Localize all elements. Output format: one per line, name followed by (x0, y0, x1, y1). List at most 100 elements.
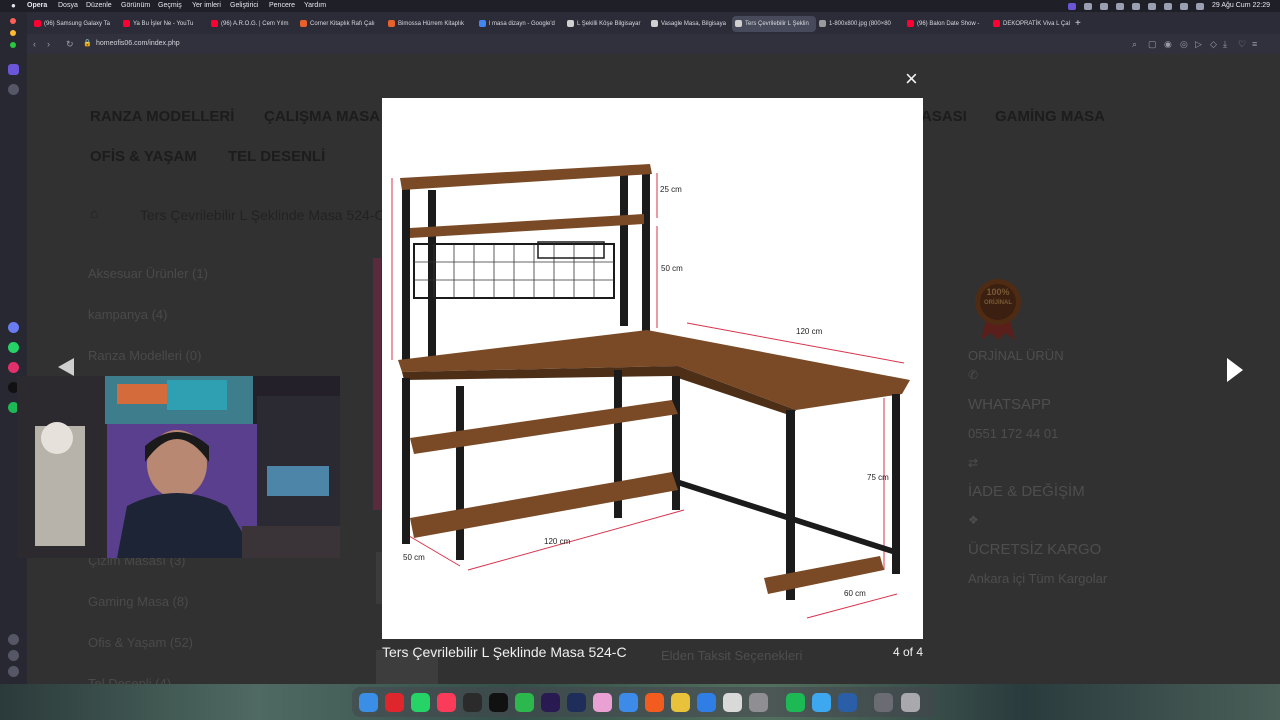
status-icon[interactable] (1100, 2, 1108, 10)
snapshot-icon[interactable]: ◉ (1164, 38, 1172, 50)
home-icon[interactable]: ⌂ (90, 205, 98, 221)
close-icon[interactable]: × (905, 68, 918, 90)
nav-gaming[interactable]: GAMİNG MASA (995, 108, 1105, 125)
category-aksesuar[interactable]: Aksesuar Ürünler (1) (88, 266, 208, 281)
vpn-icon[interactable]: ◎ (1180, 38, 1188, 50)
browser-tab[interactable]: L Şekilli Köşe Bilgisayar (564, 16, 648, 32)
spotify-icon[interactable] (786, 693, 805, 712)
category-kampanya[interactable]: kampanya (4) (88, 307, 167, 322)
xcode-icon[interactable] (697, 693, 716, 712)
browser-tab[interactable]: Ya Bu İşler Ne - YouTu (120, 16, 204, 32)
photos-icon[interactable] (593, 693, 612, 712)
screen-record-icon[interactable] (1068, 2, 1076, 10)
nav-tel[interactable]: TEL DESENLİ (228, 148, 325, 165)
browser-tab[interactable]: Bimossa Hürrem Kitaplık (385, 16, 469, 32)
finder-icon[interactable] (359, 693, 378, 712)
bookmarks-icon[interactable] (8, 84, 19, 95)
music-icon[interactable] (437, 693, 456, 712)
browser-tab[interactable]: Vasagle Masa, Bilgisaya (648, 16, 732, 32)
nav-cizim[interactable]: ASASI (921, 108, 967, 125)
browser-tab[interactable]: DEKOPRATİK Viva L Çal (990, 16, 1074, 32)
download-icon[interactable]: ⤓ (1223, 38, 1227, 50)
menu-item-history[interactable]: Geçmiş (158, 0, 182, 12)
browser-tab[interactable]: Corner Kitaplık Rafı Çalı (297, 16, 381, 32)
menu-icon[interactable]: ≡ (1252, 38, 1257, 50)
category-ranza[interactable]: Ranza Modelleri (0) (88, 348, 201, 363)
obs-icon[interactable] (463, 693, 482, 712)
search-icon[interactable] (1180, 2, 1188, 10)
wifi-icon[interactable] (1148, 2, 1156, 10)
history-icon[interactable] (8, 650, 19, 661)
menu-app-opera[interactable]: Opera (27, 0, 47, 12)
status-icon[interactable] (1132, 2, 1140, 10)
safari-icon[interactable] (812, 693, 831, 712)
nav-calisma[interactable]: ÇALIŞMA MASA (264, 108, 380, 125)
status-icon[interactable] (1084, 2, 1092, 10)
trash-icon[interactable] (901, 693, 920, 712)
opera-home-icon[interactable] (8, 64, 19, 75)
category-gaming[interactable]: Gaming Masa (8) (88, 594, 188, 609)
window-zoom-button[interactable] (10, 42, 16, 48)
quicktime-icon[interactable] (838, 693, 857, 712)
premiere-icon[interactable] (541, 693, 560, 712)
facetime-icon[interactable] (515, 693, 534, 712)
mail-icon[interactable] (619, 693, 638, 712)
menubar-clock[interactable]: 29 Ağu Cum 22:29 (1212, 0, 1270, 12)
reload-icon[interactable]: ↻ (66, 38, 74, 50)
menu-item-file[interactable]: Dosya (58, 0, 78, 12)
product-photo[interactable]: 25 cm 50 cm 120 cm 75 cm 120 cm 50 cm 60… (382, 98, 923, 639)
lightbox-counter: 4 of 4 (893, 645, 924, 659)
settings-icon[interactable] (749, 693, 768, 712)
category-tel[interactable]: Tel Desenli (4) (88, 676, 171, 684)
extension-icon[interactable]: ▢ (1148, 38, 1157, 50)
favorites-icon[interactable] (8, 634, 19, 645)
downloads-icon[interactable] (874, 693, 893, 712)
instagram-sidebar-icon[interactable] (8, 362, 19, 373)
wallet-icon[interactable]: ◇ (1210, 38, 1217, 50)
installment-tab[interactable]: Elden Taksit Seçenekleri (661, 648, 802, 663)
zoom-icon[interactable]: ⌕ (1132, 38, 1137, 50)
player-icon[interactable]: ▷ (1195, 38, 1202, 50)
forward-icon[interactable]: › (47, 38, 50, 50)
prev-arrow-icon[interactable] (58, 358, 74, 376)
lock-icon[interactable]: 🔒 (83, 38, 92, 50)
nav-ofis[interactable]: OFİS & YAŞAM (90, 148, 197, 165)
battery-icon[interactable] (1164, 2, 1172, 10)
audition-icon[interactable] (567, 693, 586, 712)
heart-icon[interactable]: ♡ (1238, 38, 1246, 50)
phone-number[interactable]: 0551 172 44 01 (968, 426, 1058, 441)
brave-icon[interactable] (645, 693, 664, 712)
menu-item-view[interactable]: Görünüm (121, 0, 150, 12)
window-minimize-button[interactable] (10, 30, 16, 36)
whatsapp-label[interactable]: WHATSAPP (968, 396, 1051, 413)
browser-tab[interactable]: (96) Samsung Galaxy Ta (31, 16, 115, 32)
browser-tab[interactable]: Ters Çevrilebilir L Şeklin (732, 16, 816, 32)
menu-item-help[interactable]: Yardım (304, 0, 326, 12)
chrome-icon[interactable] (671, 693, 690, 712)
menu-item-developer[interactable]: Geliştirici (230, 0, 258, 12)
nav-ranza[interactable]: RANZA MODELLERİ (90, 108, 234, 125)
launchpad-icon[interactable] (723, 693, 742, 712)
browser-tab[interactable]: (96) A.R.O.G. | Cem Yılm (208, 16, 292, 32)
menu-item-bookmarks[interactable]: Yer imleri (192, 0, 221, 12)
aria-icon[interactable] (8, 322, 19, 333)
browser-tab[interactable]: (96) Balon Date Show - (904, 16, 988, 32)
opera-icon[interactable] (385, 693, 404, 712)
window-close-button[interactable] (10, 18, 16, 24)
whatsapp-icon[interactable] (411, 693, 430, 712)
menu-item-window[interactable]: Pencere (269, 0, 295, 12)
capcut-icon[interactable] (489, 693, 508, 712)
menu-item-edit[interactable]: Düzenle (86, 0, 112, 12)
new-tab-icon[interactable]: + (1075, 16, 1081, 32)
whatsapp-sidebar-icon[interactable] (8, 342, 19, 353)
control-center-icon[interactable] (1196, 2, 1204, 10)
more-icon[interactable] (8, 666, 19, 677)
next-arrow-icon[interactable] (1227, 358, 1243, 382)
back-icon[interactable]: ‹ (33, 38, 36, 50)
url-field[interactable]: homeofis06.com/index.php (96, 34, 180, 54)
status-icon[interactable] (1116, 2, 1124, 10)
category-ofis[interactable]: Ofis & Yaşam (52) (88, 635, 193, 650)
browser-tab[interactable]: l masa dizayn - Google'd (476, 16, 560, 32)
apple-icon[interactable]: ● (11, 0, 16, 12)
browser-tab[interactable]: 1-800x800.jpg (800×80 (816, 16, 900, 32)
